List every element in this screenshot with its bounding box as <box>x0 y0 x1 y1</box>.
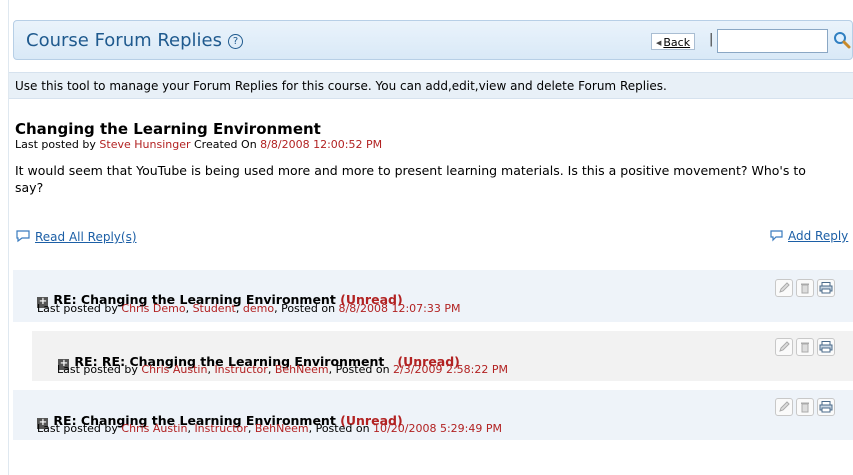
topic-title: Changing the Learning Environment <box>15 120 321 138</box>
page-header: Course Forum Replies? ◀ Back | <box>13 20 853 60</box>
topic-meta-prefix: Last posted by <box>15 138 96 151</box>
printer-icon <box>819 341 833 353</box>
reply-username: BehNeem <box>254 422 309 435</box>
reply-role: Instructor <box>214 363 268 376</box>
posted-label: , Posted on <box>308 422 370 435</box>
row-actions <box>775 338 835 356</box>
read-all-replies-link[interactable]: Read All Reply(s) <box>15 229 137 244</box>
print-button[interactable] <box>817 398 835 416</box>
reply-date: 2/3/2009 2:58:22 PM <box>393 363 508 376</box>
row-actions <box>775 279 835 297</box>
speech-bubble-icon <box>770 230 783 242</box>
add-reply-label[interactable]: Add Reply <box>788 229 848 243</box>
reply-meta: Last posted by Chris Demo, Student, demo… <box>37 302 461 315</box>
edit-button[interactable] <box>775 398 793 416</box>
back-arrow-icon: ◀ <box>656 39 662 47</box>
posted-label: , Posted on <box>274 302 336 315</box>
printer-icon <box>819 282 833 294</box>
edit-button[interactable] <box>775 338 793 356</box>
page-title-text: Course Forum Replies <box>26 30 223 51</box>
back-label: Back <box>663 36 691 49</box>
pencil-icon <box>779 401 790 412</box>
meta-prefix: Last posted by <box>37 422 118 435</box>
meta-prefix: Last posted by <box>37 302 118 315</box>
reply-title[interactable]: + RE: RE: Changing the Learning Environme… <box>41 339 460 385</box>
trash-icon <box>801 402 809 413</box>
page-title: Course Forum Replies? <box>26 30 244 51</box>
reply-role: Instructor <box>194 422 248 435</box>
meta-prefix: Last posted by <box>57 363 138 376</box>
topic-author[interactable]: Steve Hunsinger <box>99 138 190 151</box>
print-button[interactable] <box>817 279 835 297</box>
trash-icon <box>801 342 809 353</box>
topic-body: It would seem that YouTube is being used… <box>15 163 806 195</box>
reply-title[interactable]: + RE: Changing the Learning Environment (… <box>20 277 403 323</box>
posted-label: , Posted on <box>328 363 390 376</box>
add-reply-link[interactable]: Add Reply <box>770 229 848 243</box>
delete-button[interactable] <box>796 338 814 356</box>
topic-created-date: 8/8/2008 12:00:52 PM <box>260 138 383 151</box>
search-input[interactable] <box>717 29 828 53</box>
pencil-icon <box>779 341 790 352</box>
printer-icon <box>819 401 833 413</box>
read-all-label[interactable]: Read All Reply(s) <box>35 230 137 244</box>
reply-title[interactable]: + RE: Changing the Learning Environment (… <box>20 398 403 444</box>
reply-date: 10/20/2008 5:29:49 PM <box>373 422 502 435</box>
search-icon[interactable] <box>833 31 851 49</box>
reply-username: demo <box>242 302 275 315</box>
reply-row: + RE: Changing the Learning Environment (… <box>13 390 853 440</box>
reply-meta: Last posted by Chris Austin, Instructor,… <box>37 422 502 435</box>
reply-row: + RE: RE: Changing the Learning Environme… <box>32 331 853 381</box>
reply-author[interactable]: Chris Austin <box>121 422 187 435</box>
reply-author[interactable]: Chris Austin <box>141 363 207 376</box>
speech-bubble-icon <box>16 230 30 243</box>
reply-author[interactable]: Chris Demo <box>121 302 185 315</box>
reply-row: + RE: Changing the Learning Environment (… <box>13 270 853 322</box>
topic-created-label: Created On <box>194 138 257 151</box>
separator: | <box>709 32 714 47</box>
reply-username: BehNeem <box>274 363 329 376</box>
reply-role: Student <box>192 302 236 315</box>
reply-date: 8/8/2008 12:07:33 PM <box>338 302 461 315</box>
delete-button[interactable] <box>796 279 814 297</box>
intro-text: Use this tool to manage your Forum Repli… <box>9 72 853 99</box>
back-button[interactable]: ◀ Back <box>651 33 696 50</box>
trash-icon <box>801 283 809 294</box>
edit-button[interactable] <box>775 279 793 297</box>
topic-meta: Last posted by Steve Hunsinger Created O… <box>15 138 382 151</box>
row-actions <box>775 398 835 416</box>
print-button[interactable] <box>817 338 835 356</box>
reply-meta: Last posted by Chris Austin, Instructor,… <box>57 363 508 376</box>
delete-button[interactable] <box>796 398 814 416</box>
help-icon[interactable]: ? <box>228 34 244 49</box>
pencil-icon <box>779 282 790 293</box>
